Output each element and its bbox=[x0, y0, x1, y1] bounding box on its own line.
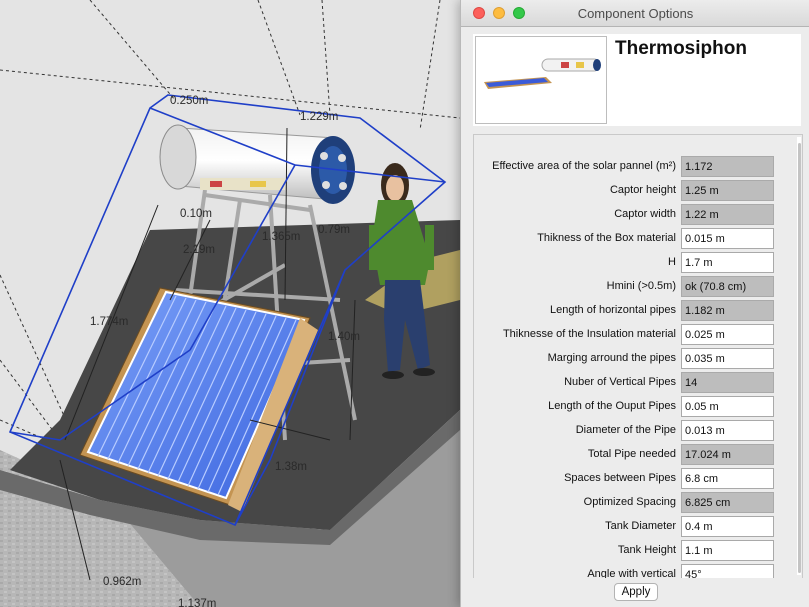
parameter-readonly-value: 1.22 m bbox=[681, 204, 774, 225]
parameter-label: Length of the Ouput Pipes bbox=[548, 400, 676, 412]
parameter-row: Length of the Ouput Pipes 0.05 m bbox=[474, 395, 794, 419]
parameter-row: Thiknesse of the Insulation material 0.02… bbox=[474, 323, 794, 347]
dimension-label: 0.79m bbox=[318, 224, 350, 236]
parameter-row: Total Pipe needed 17.024 m bbox=[474, 443, 794, 467]
dimension-label: 2.19m bbox=[183, 244, 215, 256]
parameter-input[interactable]: 0.035 m bbox=[681, 348, 774, 369]
scrollbar-thumb[interactable] bbox=[798, 143, 801, 573]
parameter-label: Diameter of the Pipe bbox=[575, 424, 676, 436]
parameter-readonly-value: 1.182 m bbox=[681, 300, 774, 321]
dimension-label: 0.10m bbox=[180, 208, 212, 220]
parameter-readonly-value: 6.825 cm bbox=[681, 492, 774, 513]
component-thumbnail bbox=[475, 36, 607, 124]
dimension-label: 0.250m bbox=[170, 95, 208, 107]
parameter-row: Optimized Spacing 6.825 cm bbox=[474, 491, 794, 515]
parameter-label: Marging arround the pipes bbox=[547, 352, 676, 364]
dimension-label: 1.137m bbox=[178, 598, 216, 607]
thumbnail-image bbox=[484, 58, 601, 89]
apply-button[interactable]: Apply bbox=[614, 583, 658, 601]
component-options-window: Component Options Thermosiphon Effective… bbox=[460, 0, 809, 607]
parameter-readonly-value: 1.172 bbox=[681, 156, 774, 177]
parameter-label: H bbox=[668, 256, 676, 268]
parameter-readonly-value: ok (70.8 cm) bbox=[681, 276, 774, 297]
parameter-row: Nuber of Vertical Pipes 14 bbox=[474, 371, 794, 395]
title-bar[interactable]: Component Options bbox=[461, 0, 809, 27]
parameter-label: Thiknesse of the Insulation material bbox=[502, 328, 676, 340]
parameter-input[interactable]: 6.8 cm bbox=[681, 468, 774, 489]
parameter-row: Tank Diameter 0.4 m bbox=[474, 515, 794, 539]
window-title: Component Options bbox=[577, 6, 694, 21]
parameter-row: Effective area of the solar pannel (m²) 1… bbox=[474, 155, 794, 179]
parameter-label: Total Pipe needed bbox=[587, 448, 676, 460]
parameter-row: Captor width 1.22 m bbox=[474, 203, 794, 227]
parameter-row: Marging arround the pipes 0.035 m bbox=[474, 347, 794, 371]
parameter-label: Hmini (>0.5m) bbox=[606, 280, 676, 292]
parameter-input[interactable]: 1.7 m bbox=[681, 252, 774, 273]
parameter-label: Spaces between Pipes bbox=[564, 472, 676, 484]
parameter-label: Captor height bbox=[609, 184, 676, 196]
parameter-row: Spaces between Pipes 6.8 cm bbox=[474, 467, 794, 491]
dimension-label: 0.962m bbox=[103, 576, 141, 588]
dimension-label: 1.774m bbox=[90, 316, 128, 328]
parameter-label: Optimized Spacing bbox=[583, 496, 676, 508]
vertical-scrollbar[interactable] bbox=[797, 137, 801, 575]
parameter-row: Diameter of the Pipe 0.013 m bbox=[474, 419, 794, 443]
dimension-label: 1.365m bbox=[262, 231, 300, 243]
parameter-label: Effective area of the solar pannel (m²) bbox=[492, 160, 676, 172]
parameter-row: H 1.7 m bbox=[474, 251, 794, 275]
parameter-row: Tank Height 1.1 m bbox=[474, 539, 794, 563]
parameter-label: Tank Diameter bbox=[605, 520, 676, 532]
component-title: Thermosiphon bbox=[615, 38, 747, 59]
parameter-input[interactable]: 1.1 m bbox=[681, 540, 774, 561]
parameter-input[interactable]: 0.013 m bbox=[681, 420, 774, 441]
dimension-label: 1.38m bbox=[275, 461, 307, 473]
parameter-readonly-value: 14 bbox=[681, 372, 774, 393]
parameter-input[interactable]: 0.025 m bbox=[681, 324, 774, 345]
parameter-input[interactable]: 0.05 m bbox=[681, 396, 774, 417]
parameter-label: Captor width bbox=[614, 208, 676, 220]
parameter-readonly-value: 1.25 m bbox=[681, 180, 774, 201]
dimension-label: 1.229m bbox=[300, 111, 338, 123]
parameter-row: Hmini (>0.5m) ok (70.8 cm) bbox=[474, 275, 794, 299]
dialog-footer: Apply bbox=[461, 578, 809, 607]
parameter-label: Nuber of Vertical Pipes bbox=[564, 376, 676, 388]
parameter-row: Thikness of the Box material 0.015 m bbox=[474, 227, 794, 251]
parameter-input[interactable]: 0.4 m bbox=[681, 516, 774, 537]
parameter-label: Thikness of the Box material bbox=[537, 232, 676, 244]
dimension-label: 1.40m bbox=[328, 331, 360, 343]
parameter-label: Length of horizontal pipes bbox=[550, 304, 676, 316]
parameter-readonly-value: 17.024 m bbox=[681, 444, 774, 465]
parameter-label: Tank Height bbox=[617, 544, 676, 556]
component-header: Thermosiphon bbox=[473, 34, 801, 126]
parameter-input[interactable]: 0.015 m bbox=[681, 228, 774, 249]
parameters-form: Effective area of the solar pannel (m²) 1… bbox=[473, 134, 803, 580]
parameter-row: Captor height 1.25 m bbox=[474, 179, 794, 203]
parameter-row: Length of horizontal pipes 1.182 m bbox=[474, 299, 794, 323]
